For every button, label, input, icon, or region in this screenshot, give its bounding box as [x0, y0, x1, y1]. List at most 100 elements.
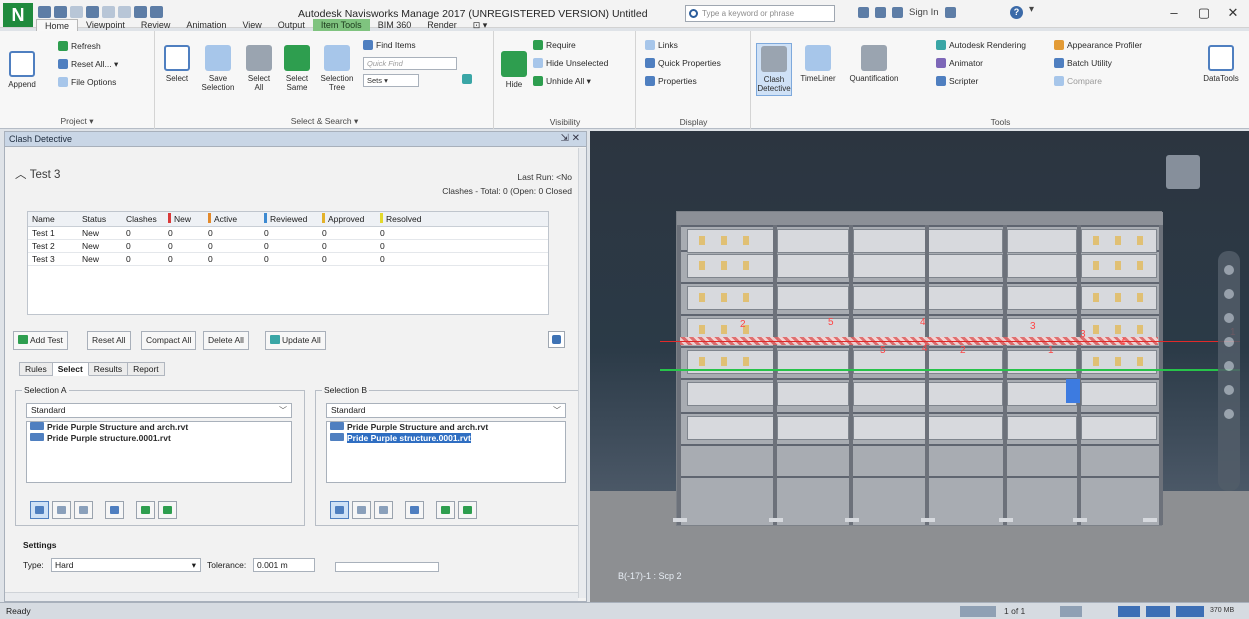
clash-marker-label[interactable]: 3 [1080, 329, 1086, 340]
column-header[interactable]: Reviewed [260, 212, 318, 226]
sheet-nav-icon[interactable] [960, 606, 996, 617]
batch-utility-button[interactable]: Batch Utility [1054, 58, 1112, 69]
hide-button[interactable]: Hide [499, 51, 529, 89]
scripter-button[interactable]: Scripter [936, 76, 978, 87]
update-all-button[interactable]: Update All [265, 331, 326, 350]
selection-tree-button[interactable]: Selection Tree [318, 45, 356, 92]
tab-review[interactable]: Review [133, 19, 179, 31]
tab-animation[interactable]: Animation [178, 19, 234, 31]
column-header[interactable]: Active [204, 212, 260, 226]
tab-home[interactable]: Home [36, 19, 79, 31]
clash-detective-button[interactable]: Clash Detective [756, 43, 792, 96]
favorites-icon[interactable] [875, 7, 886, 18]
select-all-button[interactable]: Select All [244, 45, 274, 92]
tab-viewpoint[interactable]: Viewpoint [78, 19, 133, 31]
column-header[interactable]: Status [78, 212, 122, 226]
animator-button[interactable]: Animator [936, 58, 983, 69]
timeliner-button[interactable]: TimeLiner [798, 45, 838, 83]
use-current-selection-icon[interactable] [136, 501, 155, 519]
pane-horizontal-scrollbar[interactable] [5, 592, 578, 601]
select-in-scene-icon[interactable] [458, 501, 477, 519]
undo-icon[interactable] [102, 6, 115, 18]
save-selection-button[interactable]: Save Selection [200, 45, 236, 92]
datatools-button[interactable]: DataTools [1200, 45, 1242, 83]
communication-icon[interactable] [858, 7, 869, 18]
help-dropdown-icon[interactable]: ▾ [1029, 4, 1034, 15]
minimize-button[interactable]: – [1160, 3, 1188, 23]
compact-all-button[interactable]: Compact All [141, 331, 197, 350]
reset-all-tests-button[interactable]: Reset All [87, 331, 131, 350]
properties-button[interactable]: Properties [645, 76, 697, 87]
tab-overflow[interactable]: ⊡ ▾ [465, 19, 496, 31]
refresh-button[interactable]: Refresh [58, 41, 101, 52]
links-button[interactable]: Links [645, 40, 678, 51]
orbit-icon[interactable] [1224, 337, 1234, 347]
clash-marker-label[interactable]: 4 [1120, 337, 1126, 348]
use-current-selection-icon[interactable] [436, 501, 455, 519]
selected-element[interactable] [1066, 379, 1080, 403]
viewcube-icon[interactable] [1166, 155, 1200, 189]
file-options-button[interactable]: File Options [58, 77, 116, 88]
walk-icon[interactable] [1224, 385, 1234, 395]
scene-viewport[interactable]: 12345452143 B(-17)-1 : Scp 2 [590, 131, 1249, 602]
manage-sets-button[interactable] [462, 74, 475, 85]
select-search-group-label[interactable]: Select & Search ▾ [156, 116, 493, 127]
new-icon[interactable] [38, 6, 51, 18]
save-icon[interactable] [70, 6, 83, 18]
surfaces-icon[interactable] [330, 501, 349, 519]
select-button[interactable]: Select [162, 45, 192, 83]
open-icon[interactable] [54, 6, 67, 18]
selection-a-item[interactable]: Pride Purple structure.0001.rvt [27, 433, 291, 444]
clash-marker-label[interactable]: 4 [922, 343, 928, 354]
subtab-rules[interactable]: Rules [19, 362, 53, 376]
column-header[interactable]: Approved [318, 212, 376, 226]
subtab-results[interactable]: Results [88, 362, 129, 376]
points-icon[interactable] [374, 501, 393, 519]
close-button[interactable]: ✕ [1219, 3, 1247, 23]
tab-bim-360[interactable]: BIM 360 [370, 19, 420, 31]
lines-icon[interactable] [52, 501, 71, 519]
delete-all-button[interactable]: Delete All [203, 331, 249, 350]
select-tool-icon[interactable] [1224, 409, 1234, 419]
tab-render[interactable]: Render [419, 19, 465, 31]
clash-marker-label[interactable]: 3 [1030, 321, 1036, 332]
tab-output[interactable]: Output [270, 19, 313, 31]
clash-marker-label[interactable]: 1 [1048, 345, 1054, 356]
column-header[interactable]: Clashes [122, 212, 164, 226]
tolerance-input[interactable]: 0.001 m [253, 558, 315, 572]
tab-item-tools[interactable]: Item Tools [312, 19, 370, 31]
run-test-button[interactable] [548, 331, 565, 348]
selection-b-item-selected[interactable]: Pride Purple structure.0001.rvt [327, 433, 565, 444]
hide-unselected-button[interactable]: Hide Unselected [533, 58, 608, 69]
self-intersect-icon[interactable] [405, 501, 424, 519]
look-icon[interactable] [1224, 361, 1234, 371]
clash-marker-label[interactable]: 2 [960, 345, 966, 356]
column-header[interactable]: New [164, 212, 204, 226]
self-intersect-icon[interactable] [105, 501, 124, 519]
quick-find-input[interactable]: Quick Find [363, 57, 457, 70]
refresh-icon[interactable] [134, 6, 147, 18]
help-button[interactable]: ? [1010, 6, 1023, 19]
clash-marker-label[interactable]: 2 [740, 319, 746, 330]
print-icon[interactable] [86, 6, 99, 18]
add-test-button[interactable]: Add Test [13, 331, 68, 350]
sets-dropdown[interactable]: Sets ▾ [363, 74, 419, 87]
table-row[interactable]: Test 3 New 0 0 0 0 0 0 [28, 253, 548, 266]
unhide-all-button[interactable]: Unhide All ▾ [533, 76, 591, 87]
select-in-scene-icon[interactable] [158, 501, 177, 519]
link-select[interactable] [335, 562, 439, 572]
column-header[interactable]: Resolved [376, 212, 436, 226]
quick-properties-button[interactable]: Quick Properties [645, 58, 721, 69]
sign-in-link[interactable]: Sign In [909, 7, 939, 18]
autodesk-rendering-button[interactable]: Autodesk Rendering [936, 40, 1026, 51]
append-button[interactable]: Append [4, 51, 40, 89]
reset-all-button[interactable]: Reset All... ▾ [58, 59, 118, 70]
select-same-button[interactable]: Select Same [280, 45, 314, 92]
pane-vertical-scrollbar[interactable] [578, 148, 586, 598]
redo-icon[interactable] [118, 6, 131, 18]
surfaces-icon[interactable] [30, 501, 49, 519]
pan-icon[interactable] [1224, 289, 1234, 299]
appearance-profiler-button[interactable]: Appearance Profiler [1054, 40, 1142, 51]
points-icon[interactable] [74, 501, 93, 519]
search-input[interactable]: Type a keyword or phrase [685, 5, 835, 22]
